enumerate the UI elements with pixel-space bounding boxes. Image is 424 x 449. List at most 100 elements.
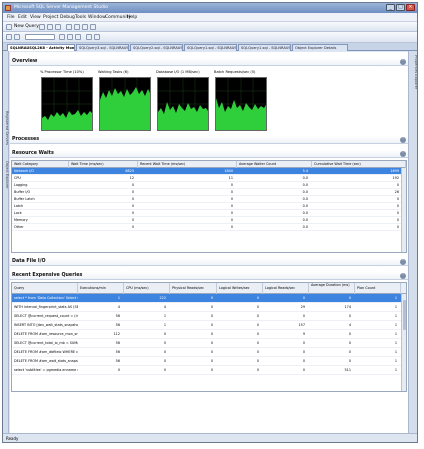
menu-debug[interactable]: Debug [60,13,75,22]
table-row[interactable]: Logging 0 0 0.0 0 [12,182,406,189]
table-cell: 0 [256,296,259,300]
column-header[interactable]: Wait Time (ms/sec) [69,161,138,168]
column-header[interactable]: Average Waiter Count [237,161,312,168]
tab-activity-monitor[interactable]: SQLNRAUSQL2K8 - Activity Monitor [7,44,75,51]
table-cell: Logging [14,183,28,187]
table-row[interactable]: SELECT @current_request_count = (int_val… [12,312,406,321]
menu-file[interactable]: File [7,13,15,22]
table-row[interactable]: Buffer I/O 0 0 0.0 26 [12,189,406,196]
expand-chevron-icon[interactable]: ˅ [400,137,406,143]
resource-waits-title: Resource Waits [12,151,54,156]
menu-project[interactable]: Project [43,13,58,22]
table-cell: Network I/O [14,169,35,173]
minimize-button[interactable]: _ [386,4,395,11]
tab-object-explorer-details[interactable]: Object Explorer Details [292,44,348,51]
collapse-chevron-icon[interactable]: ˄ [400,59,406,65]
close-button[interactable]: × [406,4,415,11]
table-cell: 0 [348,350,351,354]
menu-window[interactable]: Window [88,13,106,22]
registered-servers-tab[interactable]: Registered Servers [5,111,9,145]
table-row[interactable]: SELECT @current_total_io_mb = SUM(num_of… [12,339,406,348]
properties-icon[interactable] [82,24,88,30]
expensive-queries-scrollbar[interactable] [401,294,406,391]
table-row[interactable]: WITH interval_fingerprint_stats AS (SELE… [12,303,406,312]
connect-icon[interactable] [6,34,12,40]
processes-header[interactable]: Processes ˅ [10,136,408,144]
column-header[interactable]: Plan Count [355,283,401,294]
table-row[interactable]: Lock 0 0 0.0 0 [12,210,406,217]
table-row[interactable]: CPU 12 11 0.0 192 [12,175,406,182]
template-explorer-icon[interactable] [90,24,96,30]
activity-monitor-icon[interactable] [66,24,72,30]
disconnect-icon[interactable] [14,34,20,40]
table-row[interactable]: DELETE FROM #am_dbfileio WHERE collecti.… [12,348,406,357]
expand-chevron-icon[interactable]: ˅ [400,259,406,265]
column-header[interactable]: Wait Category [12,161,69,168]
overview-header[interactable]: Overview ˄ [10,58,408,66]
tab-query2[interactable]: SQLQuery2.sql - SQLNRAUS... [130,44,183,51]
cancel-query-icon[interactable] [75,34,81,40]
table-cell: 0 [230,218,233,222]
new-query-icon[interactable] [6,24,12,30]
object-explorer-icon[interactable] [74,24,80,30]
tab-query1-b[interactable]: SQLQuery1.sql - SQLNRAUS... [238,44,291,51]
save-all-icon[interactable] [55,24,61,30]
table-row[interactable]: DELETE FROM #am_resource_mon_snap WH... 1… [12,330,406,339]
column-header[interactable]: Executions/min [78,283,124,294]
table-cell: 1 [394,350,397,354]
table-row[interactable]: Latch 0 0 0.0 0 [12,203,406,210]
table-row[interactable]: Buffer Latch 0 0 0.0 0 [12,196,406,203]
table-cell: 0 [163,350,166,354]
table-row[interactable]: Memory 0 0 0.0 0 [12,217,406,224]
table-row[interactable]: Network I/O 6825 1840 5.4 1699 [12,168,406,175]
collapse-chevron-icon[interactable]: ˄ [400,273,406,279]
table-cell: 0 [396,183,399,187]
results-grid-icon[interactable] [94,34,100,40]
column-header[interactable]: Query [12,283,78,294]
parse-icon[interactable] [86,34,92,40]
tab-query1[interactable]: SQLQuery1.sql - SQLNRAUS... [184,44,237,51]
collapse-chevron-icon[interactable]: ˄ [400,151,406,157]
data-file-io-header[interactable]: Data File I/O ˅ [10,258,408,266]
database-dropdown[interactable] [25,34,55,40]
column-header[interactable]: Logical Reads/sec [263,283,309,294]
column-header[interactable]: Logical Writes/sec [217,283,263,294]
column-header[interactable]: CPU (ms/sec) [124,283,170,294]
menu-view[interactable]: View [30,13,41,22]
new-query-button[interactable]: New Query [14,22,39,32]
resource-waits-header[interactable]: Resource Waits ˄ [10,150,408,158]
table-cell: 1699 [390,169,399,173]
table-row[interactable]: select 'subtitles' = pgmedia.enname coll… [12,366,406,375]
menu-help[interactable]: Help [127,13,137,22]
menu-tools[interactable]: Tools [75,13,86,22]
table-row[interactable]: Other 0 0 0.0 0 [12,224,406,231]
table-cell: 56 [115,350,120,354]
processor-time-chart [42,78,92,130]
properties-explorer-tab[interactable]: Properties Explorer [414,55,417,89]
execute-icon[interactable] [59,34,65,40]
save-icon[interactable] [47,24,53,30]
table-row[interactable]: INSERT INTO [dev_wait_stats_snapshots SE… [12,321,406,330]
table-cell: 0 [230,211,233,215]
column-header[interactable]: Average Duration (ms) [309,283,355,294]
scrollbar-thumb[interactable] [403,300,406,330]
table-cell: 0 [230,197,233,201]
resource-waits-scrollbar[interactable] [401,168,406,252]
table-cell: 0 [131,197,134,201]
table-cell: 1 [394,296,397,300]
column-header[interactable]: Cumulative Wait Time (sec) [312,161,406,168]
open-icon[interactable] [39,24,45,30]
tab-query3[interactable]: SQLQuery3.sql - SQLNRAUS... [76,44,129,51]
graph-label-waiting-tasks: Waiting Tasks (6) [98,70,129,74]
column-header[interactable]: Physical Reads/sec [170,283,217,294]
table-cell: 56 [115,341,120,345]
table-row[interactable]: DELETE FROM #am_wait_stats_snapshots W..… [12,357,406,366]
debug-icon[interactable] [67,34,73,40]
expensive-queries-header[interactable]: Recent Expensive Queries ˄ [10,272,408,280]
column-header[interactable]: Recent Wait Time (ms/sec) [138,161,237,168]
object-explorer-tab[interactable]: Object Explorer [5,161,9,189]
table-row[interactable]: select * from 'Data Collection' Select C… [12,294,406,303]
menu-edit[interactable]: Edit [18,13,27,22]
maximize-button[interactable]: □ [396,4,405,11]
table-cell: 0.0 [302,176,308,180]
